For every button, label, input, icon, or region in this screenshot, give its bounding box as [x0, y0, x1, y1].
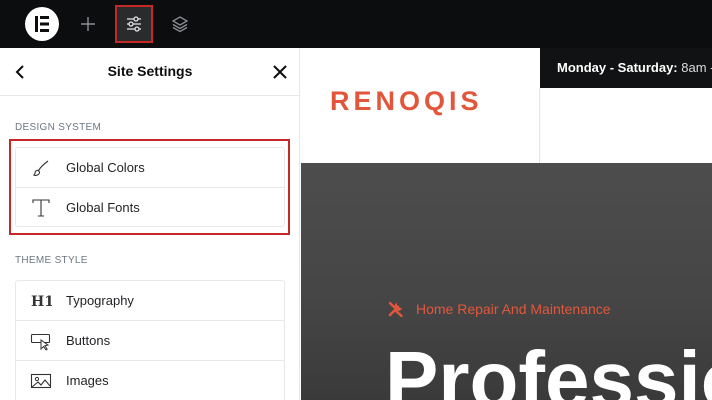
font-t-icon [30, 197, 52, 219]
design-system-label: DESIGN SYSTEM [15, 122, 102, 133]
hero-section: Home Repair And Maintenance Professio [301, 163, 712, 400]
tools-icon [388, 301, 403, 318]
layers-icon [171, 16, 189, 33]
add-element-button[interactable] [69, 5, 107, 43]
elementor-logo-icon[interactable] [25, 7, 59, 41]
images-label: Images [66, 373, 109, 388]
site-settings-panel: Site Settings DESIGN SYSTEM Global Color… [0, 48, 300, 400]
theme-style-list: H1 Typography Buttons Images [15, 280, 285, 400]
global-fonts-label: Global Fonts [66, 200, 140, 215]
close-icon [273, 65, 287, 79]
site-logo[interactable]: RENOQIS [330, 86, 483, 117]
image-icon [30, 370, 52, 392]
hours-label: Monday - Saturday: [557, 60, 678, 75]
buttons-label: Buttons [66, 333, 111, 348]
global-fonts-item[interactable]: Global Fonts [16, 188, 284, 226]
hero-tagline: Home Repair And Maintenance [387, 300, 611, 318]
design-system-list: Global Colors Global Fonts [15, 147, 285, 227]
button-cursor-icon [30, 330, 52, 352]
brush-icon [30, 157, 52, 179]
site-preview: RENOQIS Monday - Saturday: 8am - Home Re… [301, 48, 712, 400]
editor-toolbar [0, 0, 712, 48]
structure-button[interactable] [161, 5, 199, 43]
images-item[interactable]: Images [16, 361, 284, 400]
hours-value: 8am - [681, 60, 712, 75]
buttons-item[interactable]: Buttons [16, 321, 284, 361]
site-header: RENOQIS Monday - Saturday: 8am - [301, 48, 712, 163]
header-divider [539, 88, 540, 163]
theme-style-label: THEME STYLE [15, 255, 88, 266]
site-settings-button[interactable] [115, 5, 153, 43]
close-button[interactable] [269, 61, 291, 83]
panel-title: Site Settings [107, 63, 193, 79]
typography-item[interactable]: H1 Typography [16, 281, 284, 321]
h1-icon: H1 [30, 290, 52, 312]
plus-icon [81, 17, 95, 31]
sliders-icon [127, 16, 141, 32]
panel-header: Site Settings [0, 48, 300, 96]
hero-title: Professio [385, 335, 712, 400]
opening-hours: Monday - Saturday: 8am - [540, 48, 712, 88]
typography-label: Typography [66, 293, 134, 308]
global-colors-item[interactable]: Global Colors [16, 148, 284, 188]
global-colors-label: Global Colors [66, 160, 145, 175]
hero-tagline-text: Home Repair And Maintenance [416, 301, 611, 317]
svg-text:H1: H1 [31, 294, 52, 309]
